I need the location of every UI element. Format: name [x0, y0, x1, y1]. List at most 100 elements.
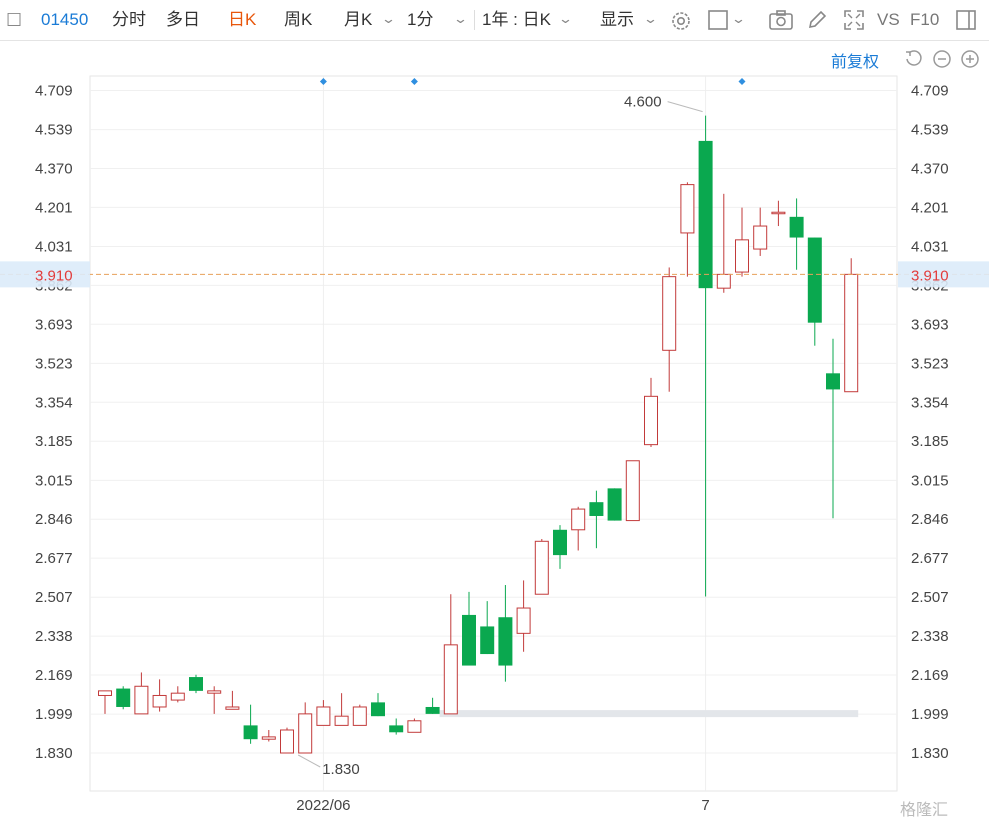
candle-body — [826, 373, 840, 390]
candle-body — [334, 715, 349, 726]
reset-icon[interactable] — [904, 49, 924, 69]
candle-body — [371, 702, 385, 717]
candle — [316, 700, 331, 726]
candle-body — [789, 216, 804, 238]
candle — [371, 693, 385, 717]
y-tick-label-left: 4.709 — [35, 83, 73, 100]
tab-intraday[interactable]: 分时 — [112, 0, 146, 40]
candle-body — [280, 729, 294, 754]
candle — [352, 704, 367, 726]
y-tick-label-right: 2.338 — [911, 628, 949, 645]
y-tick-label-left: 2.846 — [35, 511, 73, 528]
pencil-icon[interactable] — [806, 9, 828, 31]
display-menu[interactable]: 显示 — [600, 0, 634, 40]
y-tick-label-left: 2.507 — [35, 589, 73, 606]
candle-body — [644, 395, 658, 446]
candle-body — [316, 706, 331, 726]
color-square-icon[interactable] — [707, 9, 729, 31]
candle — [462, 591, 476, 666]
zoom-out-icon[interactable] — [932, 49, 952, 69]
support-band — [439, 710, 859, 718]
candle-body — [735, 239, 749, 273]
checkbox-icon[interactable]: ☐ — [6, 0, 22, 40]
candle — [571, 506, 586, 551]
tab-monthly-k[interactable]: 月K — [344, 0, 372, 40]
candle — [98, 690, 112, 714]
y-tick-label-left: 4.201 — [35, 199, 73, 216]
candle — [753, 207, 768, 256]
candle-body — [680, 184, 695, 234]
candle — [644, 377, 658, 447]
candle-body — [98, 690, 112, 696]
y-tick-label-right: 1.830 — [911, 745, 949, 762]
y-tick-label-right: 3.185 — [911, 433, 949, 450]
y-tick-label-right: 4.201 — [911, 199, 949, 216]
chevron-down-icon[interactable]: ⌄ — [381, 11, 396, 27]
low-annotation-leader — [297, 754, 321, 768]
fullscreen-icon[interactable] — [843, 9, 865, 31]
y-tick-label-right: 2.677 — [911, 550, 949, 567]
y-tick-label-left: 3.354 — [35, 394, 73, 411]
candle — [280, 727, 294, 754]
chevron-down-icon[interactable]: ⌄ — [558, 11, 573, 27]
y-tick-label-left: 3.015 — [35, 472, 73, 489]
panel-toggle-icon[interactable] — [955, 9, 977, 31]
kline-chart[interactable]: 4.709 4.709 4.539 4.539 4.370 4.370 4.201 4.201… — [0, 41, 989, 827]
toolbar-divider — [474, 10, 475, 30]
y-tick-label-left: 3.523 — [35, 355, 73, 372]
chevron-down-icon[interactable]: ⌄ — [453, 11, 468, 27]
stock-code: 01450 — [41, 10, 89, 29]
candle-body — [534, 540, 549, 595]
y-tick-label-left: 2.338 — [35, 628, 73, 645]
vs-compare-button[interactable]: VS — [877, 0, 900, 40]
high-annotation-leader — [667, 101, 703, 113]
candle — [134, 672, 149, 715]
chevron-down-icon[interactable]: ⌄ — [731, 11, 746, 27]
candle — [152, 679, 167, 712]
candle-body — [498, 617, 513, 666]
candle — [334, 693, 349, 726]
candle — [771, 200, 786, 227]
candle-body — [662, 276, 677, 351]
y-tick-label-left: 2.169 — [35, 667, 73, 684]
tab-minute-k[interactable]: 1分 — [407, 0, 433, 40]
zoom-in-icon[interactable] — [960, 49, 980, 69]
candle — [662, 267, 677, 392]
candle-body — [716, 273, 731, 289]
candle — [534, 538, 549, 595]
candle-body — [844, 273, 859, 393]
candle — [170, 686, 185, 703]
y-tick-label-right: 4.370 — [911, 161, 949, 178]
candle — [807, 237, 822, 346]
candle-body — [116, 688, 131, 707]
candle — [553, 525, 567, 569]
y-tick-label-right: 4.709 — [911, 83, 949, 100]
x-tick-label: 2022/06 — [296, 797, 350, 814]
event-marker-icon — [319, 78, 327, 85]
candle — [516, 580, 531, 652]
candle-body — [607, 488, 622, 521]
candle-body — [480, 626, 495, 655]
y-tick-label-right: 3.693 — [911, 316, 949, 333]
forward-adjust-toggle[interactable]: 前复权 — [831, 48, 879, 72]
x-tick-label: 7 — [701, 797, 709, 814]
plot-frame — [89, 75, 898, 792]
y-tick-label-right: 2.169 — [911, 667, 949, 684]
candle-body — [225, 706, 240, 710]
chevron-down-icon[interactable]: ⌄ — [643, 11, 658, 27]
tab-multiday[interactable]: 多日 — [166, 0, 200, 40]
candle-body — [462, 614, 476, 666]
f10-button[interactable]: F10 — [910, 0, 939, 40]
candle — [116, 686, 131, 710]
event-marker-icon — [410, 78, 418, 85]
chart-toolbar: ☐ 01450 分时 多日 日K 周K 月K ⌄ 1分 ⌄ 1年 : 日K ⌄ … — [0, 0, 989, 41]
y-tick-label-right: 3.354 — [911, 394, 949, 411]
kline-chart-area[interactable]: 4.709 4.709 4.539 4.539 4.370 4.370 4.201 4.201… — [0, 41, 989, 827]
y-tick-label-right: 3.015 — [911, 472, 949, 489]
tab-daily-k[interactable]: 日K — [228, 0, 256, 40]
camera-icon[interactable] — [768, 9, 794, 31]
y-tick-label-right: 2.846 — [911, 511, 949, 528]
tab-weekly-k[interactable]: 周K — [284, 0, 312, 40]
range-select[interactable]: 1年 : 日K — [482, 0, 551, 40]
settings-icon[interactable] — [669, 9, 693, 33]
